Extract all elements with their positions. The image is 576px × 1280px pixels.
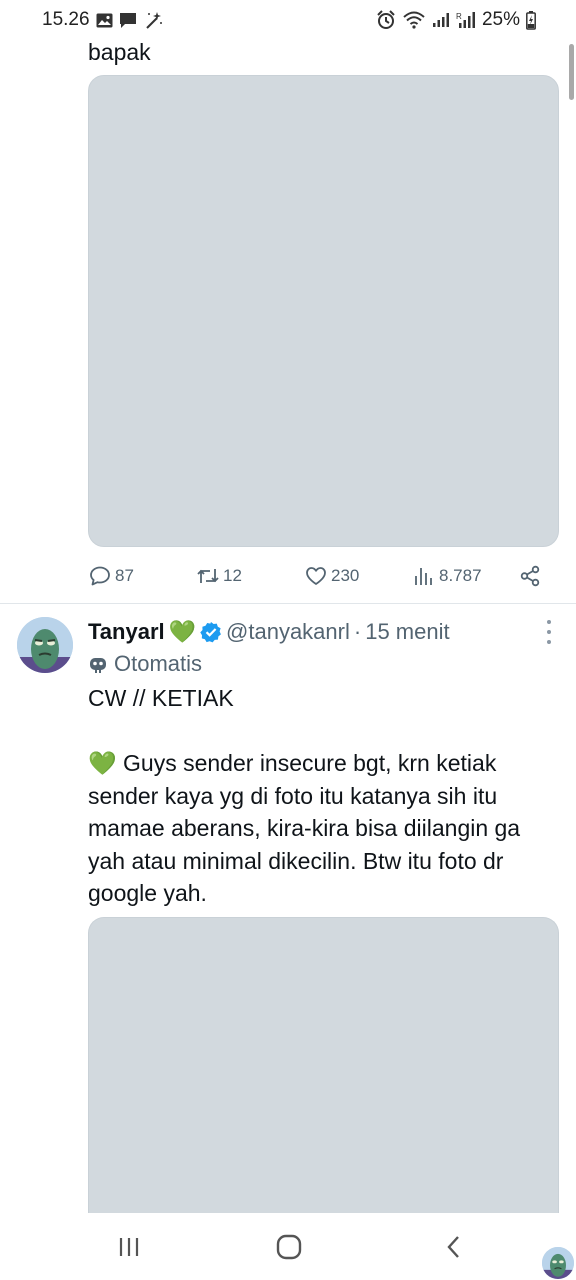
status-bar: 15.26 R 25%: [0, 0, 576, 40]
reply-icon: [90, 566, 110, 586]
tweet-body: 💚 Guys sender insecure bgt, krn ketiak s…: [88, 747, 560, 910]
reply-count: 87: [115, 566, 134, 585]
green-heart-emoji: 💚: [168, 619, 197, 644]
recent-apps-icon: [119, 1238, 139, 1256]
tweet-header: Tanyarl 💚 @tanyakanrl · 15 menit: [88, 617, 450, 647]
recent-apps-button[interactable]: [114, 1233, 144, 1261]
more-dot: [547, 640, 551, 644]
more-options-button[interactable]: [544, 620, 554, 644]
signal-icon: [432, 12, 450, 28]
views-icon: [415, 568, 432, 585]
wifi-icon: [402, 11, 426, 29]
tweet-title: CW // KETIAK: [88, 685, 234, 711]
share-icon: [520, 565, 540, 587]
retweet-count: 12: [223, 566, 242, 585]
tweet-divider: [0, 603, 576, 604]
scrollbar-thumb[interactable]: [569, 44, 574, 100]
signal-roaming-icon: R: [456, 11, 476, 29]
gallery-icon: [96, 13, 113, 28]
tweet-image[interactable]: [88, 75, 559, 547]
home-icon: [276, 1234, 302, 1260]
tweet-actions: 87 12 230 8.787: [88, 560, 548, 592]
tweet-body-text: Guys sender insecure bgt, krn ketiak sen…: [88, 750, 521, 906]
like-button[interactable]: 230: [304, 564, 359, 588]
avatar[interactable]: [17, 617, 73, 673]
status-time: 15.26: [42, 9, 90, 30]
header-separator: ·: [353, 619, 362, 644]
back-button[interactable]: [438, 1233, 468, 1261]
home-button[interactable]: [274, 1233, 304, 1261]
tweet-timestamp[interactable]: 15 menit: [365, 619, 449, 645]
share-button[interactable]: [518, 564, 542, 588]
like-count: 230: [331, 566, 360, 585]
author-handle[interactable]: @tanyakanrl: [226, 619, 350, 645]
heart-icon: [306, 567, 326, 585]
author-name[interactable]: Tanyarl: [88, 619, 165, 645]
floating-account-avatar[interactable]: [540, 1245, 576, 1280]
message-icon: [119, 12, 137, 29]
more-dot: [547, 630, 551, 634]
verified-badge-icon: [200, 621, 222, 643]
retweet-button[interactable]: 12: [196, 564, 242, 588]
views-button[interactable]: 8.787: [412, 564, 482, 588]
automated-label-text: Otomatis: [114, 651, 203, 676]
retweet-icon: [197, 569, 219, 583]
battery-percent: 25%: [481, 9, 520, 30]
status-right: R 25%: [376, 9, 536, 31]
back-icon: [447, 1236, 459, 1258]
tweet-text: bapak: [88, 39, 151, 65]
magic-wand-icon: [143, 10, 163, 30]
status-left: 15.26: [42, 9, 163, 31]
battery-charging-icon: [526, 10, 536, 30]
body-green-heart-emoji: 💚: [88, 750, 117, 776]
svg-text:R: R: [456, 12, 462, 21]
bot-icon: [88, 654, 108, 674]
app-screen: 15.26 R 25% bapak 87 12 230 8.787 Tanyar…: [0, 0, 576, 1280]
reply-button[interactable]: 87: [88, 564, 134, 588]
automated-account-label[interactable]: Otomatis: [88, 650, 202, 678]
alarm-icon: [376, 10, 396, 30]
views-count: 8.787: [439, 566, 482, 585]
tweet-image[interactable]: [88, 917, 559, 1217]
system-nav-bar: [0, 1213, 576, 1280]
more-dot: [547, 620, 551, 624]
